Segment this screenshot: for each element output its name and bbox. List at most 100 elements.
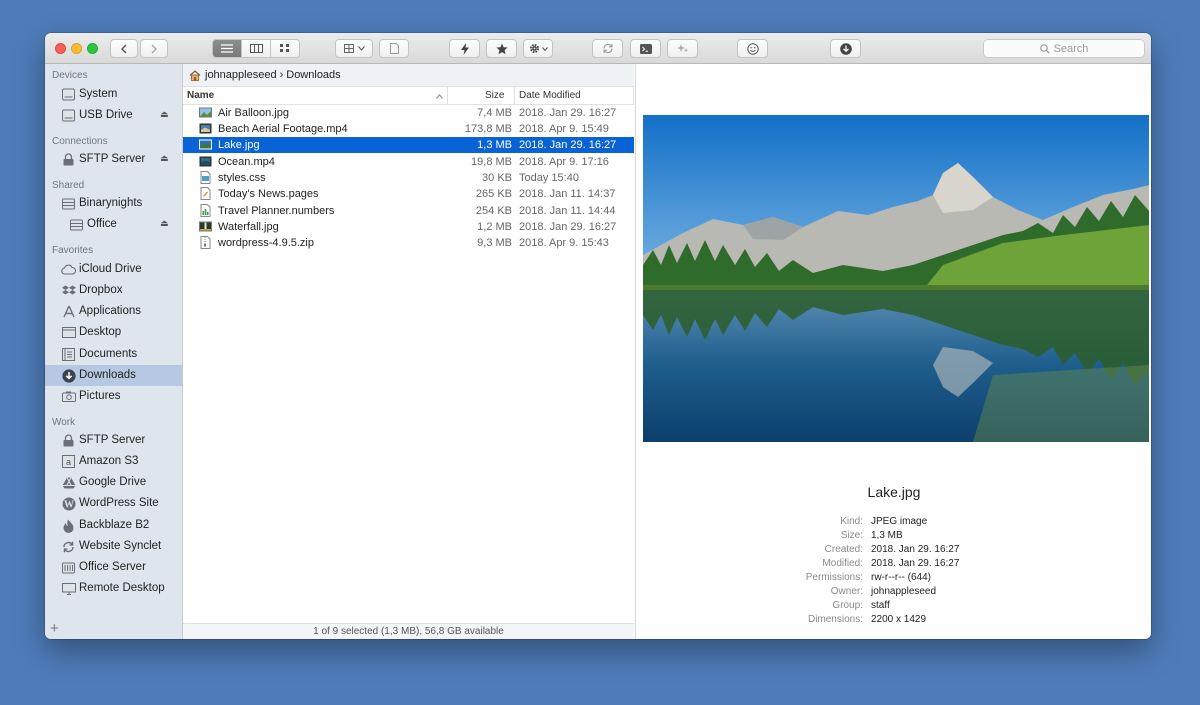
file-browser: johnappleseed › Downloads Name Size Date… <box>183 64 634 639</box>
wordpress-icon: W <box>61 496 76 511</box>
column-divider[interactable] <box>633 87 634 104</box>
sidebar-item-dropbox[interactable]: Dropbox <box>45 280 182 301</box>
sync-button[interactable] <box>592 39 623 58</box>
file-row[interactable]: Ocean.mp4 19,8 MB 2018. Apr 9. 17:16 <box>183 154 634 170</box>
image-icon <box>199 106 212 119</box>
close-window-button[interactable] <box>55 43 66 54</box>
camera-icon <box>61 389 76 404</box>
back-icon <box>121 44 127 53</box>
zip-icon <box>199 236 212 249</box>
list-view-button[interactable] <box>213 40 242 57</box>
svg-text:a: a <box>66 457 71 467</box>
new-file-button[interactable] <box>379 39 409 58</box>
sidebar-item-backblaze-b2[interactable]: Backblaze B2 <box>45 515 182 536</box>
sidebar-item-amazon-s3[interactable]: a Amazon S3 <box>45 451 182 472</box>
image-icon <box>199 220 212 233</box>
sidebar: Devices System USB Drive ⏏ Connections S… <box>45 64 183 639</box>
documents-icon <box>61 347 76 362</box>
minimize-window-button[interactable] <box>71 43 82 54</box>
lock-icon <box>61 152 76 167</box>
sidebar-item-desktop[interactable]: Desktop <box>45 322 182 343</box>
desktop-icon <box>61 325 76 340</box>
column-view-button[interactable] <box>242 40 271 57</box>
sidebar-item-system[interactable]: System <box>45 84 182 105</box>
info-row-permissions: Permissions: rw-r--r-- (644) <box>805 572 931 583</box>
info-row-owner: Owner: johnappleseed <box>830 586 937 597</box>
file-row[interactable]: Travel Planner.numbers 254 KB 2018. Jan … <box>183 203 634 219</box>
actions-menu-button[interactable] <box>523 39 553 58</box>
dropbox-icon <box>61 283 76 298</box>
sidebar-item-icloud-drive[interactable]: iCloud Drive <box>45 259 182 280</box>
eject-icon[interactable]: ⏏ <box>160 218 169 229</box>
column-header-date[interactable]: Date Modified <box>519 90 581 101</box>
sidebar-section-work: Work <box>52 417 76 428</box>
sync-icon <box>61 539 76 554</box>
column-header-name[interactable]: Name <box>187 90 214 101</box>
sidebar-item-google-drive[interactable]: Google Drive <box>45 472 182 493</box>
server-icon <box>61 196 76 211</box>
search-input[interactable]: Search <box>983 39 1145 58</box>
file-row[interactable]: Today's News.pages 265 KB 2018. Jan 11. … <box>183 186 634 202</box>
chevron-down-icon <box>541 46 548 51</box>
eject-icon[interactable]: ⏏ <box>160 109 169 120</box>
column-divider[interactable] <box>514 87 515 104</box>
back-button[interactable] <box>110 39 138 58</box>
breadcrumb-home[interactable]: johnappleseed <box>205 69 277 81</box>
sidebar-item-usb-drive[interactable]: USB Drive ⏏ <box>45 105 182 126</box>
sidebar-item-office-server[interactable]: Office Server <box>45 557 182 578</box>
favorite-button[interactable] <box>486 39 517 58</box>
home-icon <box>189 69 201 81</box>
downloads-icon <box>61 368 76 383</box>
sidebar-item-pictures[interactable]: Pictures <box>45 386 182 407</box>
search-icon <box>1039 43 1050 54</box>
file-row[interactable]: Air Balloon.jpg 7,4 MB 2018. Jan 29. 16:… <box>183 105 634 121</box>
grid-menu-button[interactable] <box>335 39 373 58</box>
preview-title: Lake.jpg <box>867 484 921 500</box>
add-favorite-button[interactable]: + <box>50 620 59 637</box>
eject-icon[interactable]: ⏏ <box>160 153 169 164</box>
terminal-button[interactable] <box>630 39 661 58</box>
quick-action-button[interactable] <box>449 39 480 58</box>
image-icon <box>199 138 212 151</box>
file-row[interactable]: styles.css 30 KB Today 15:40 <box>183 170 634 186</box>
downloads-button[interactable] <box>830 39 861 58</box>
breadcrumb: johnappleseed › Downloads <box>183 64 634 87</box>
magic-button[interactable] <box>667 39 698 58</box>
column-divider[interactable] <box>447 87 448 104</box>
sidebar-section-shared: Shared <box>52 180 85 191</box>
breadcrumb-current[interactable]: Downloads <box>286 69 340 81</box>
sidebar-item-binarynights[interactable]: Binarynights <box>45 193 182 214</box>
forward-button[interactable] <box>140 39 168 58</box>
sidebar-item-office[interactable]: Office ⏏ <box>45 214 182 235</box>
sidebar-item-downloads[interactable]: Downloads <box>45 365 182 386</box>
sidebar-item-wordpress-site[interactable]: W WordPress Site <box>45 493 182 514</box>
search-placeholder: Search <box>1053 42 1089 55</box>
sidebar-item-remote-desktop[interactable]: Remote Desktop <box>45 578 182 599</box>
drive-icon <box>61 108 76 123</box>
sidebar-item-documents[interactable]: Documents <box>45 344 182 365</box>
sidebar-item-sftp-server[interactable]: SFTP Server ⏏ <box>45 149 182 170</box>
grid-menu-icon <box>343 44 354 53</box>
svg-text:W: W <box>64 499 74 510</box>
css-icon <box>199 171 212 184</box>
numbers-icon <box>199 204 212 217</box>
icon-view-button[interactable] <box>271 40 299 57</box>
info-row-created: Created: 2018. Jan 29. 16:27 <box>824 544 960 555</box>
sidebar-item-applications[interactable]: Applications <box>45 301 182 322</box>
sidebar-item-work-sftp-server[interactable]: SFTP Server <box>45 430 182 451</box>
star-icon <box>495 43 508 54</box>
zoom-window-button[interactable] <box>87 43 98 54</box>
file-row[interactable]: Lake.jpg 1,3 MB 2018. Jan 29. 16:27 <box>183 137 634 153</box>
monitor-icon <box>61 581 76 596</box>
sync-icon <box>602 43 613 54</box>
feedback-button[interactable] <box>737 39 768 58</box>
file-row[interactable]: Beach Aerial Footage.mp4 173,8 MB 2018. … <box>183 121 634 137</box>
file-row[interactable]: wordpress-4.9.5.zip 9,3 MB 2018. Apr 9. … <box>183 235 634 251</box>
column-header-size[interactable]: Size <box>485 90 504 101</box>
applications-icon <box>61 304 76 319</box>
file-row[interactable]: Waterfall.jpg 1,2 MB 2018. Jan 29. 16:27 <box>183 219 634 235</box>
forward-icon <box>151 44 157 53</box>
sidebar-item-website-synclet[interactable]: Website Synclet <box>45 536 182 557</box>
download-icon <box>839 42 852 55</box>
info-row-dimensions: Dimensions: 2200 x 1429 <box>807 614 927 625</box>
